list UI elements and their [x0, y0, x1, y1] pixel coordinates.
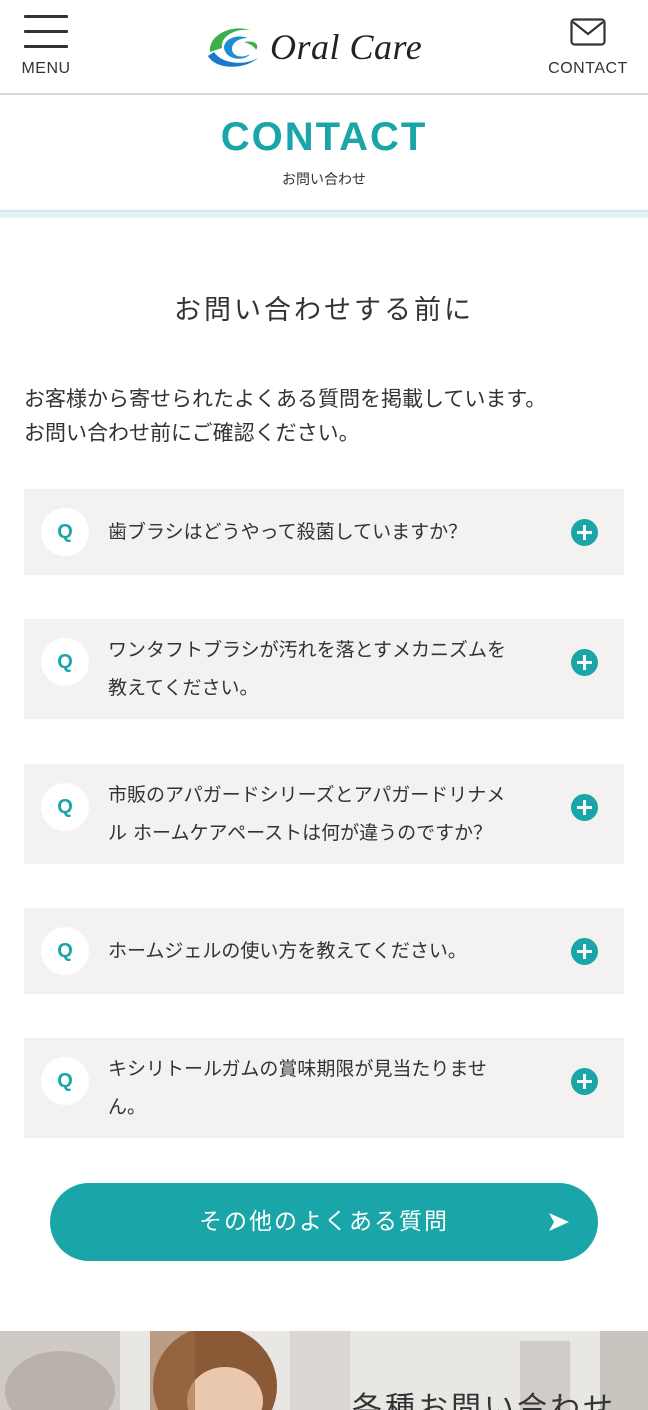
faq-item[interactable]: Q 歯ブラシはどうやって殺菌していますか？ [24, 489, 624, 575]
hamburger-icon-bar [24, 45, 68, 48]
logo-wordmark: Oral Care [270, 27, 423, 67]
plus-circle-icon [571, 1068, 598, 1095]
faq-item[interactable]: Q ホームジェルの使い方を教えてください。 [24, 908, 624, 994]
menu-label: MENU [21, 60, 71, 77]
faq-item[interactable]: Q 市販のアパガードシリーズとアパガードリナメ ル ホームケアペーストは何が違う… [24, 764, 624, 864]
site-logo[interactable]: Oral Care [204, 20, 444, 74]
faq-question-line: ワンタフトブラシが汚れを落とすメカニズムを [108, 639, 507, 661]
plus-circle-icon [571, 794, 598, 821]
faq-question-line: 歯ブラシはどうやって殺菌していますか？ [108, 521, 468, 543]
page-heading: CONTACT お問い合わせ [0, 95, 648, 213]
q-badge: Q [41, 1057, 89, 1105]
faq-question: ホームジェルの使い方を教えてください。 [108, 932, 548, 970]
hamburger-icon [24, 15, 68, 18]
section-title: お問い合わせする前に [174, 295, 474, 326]
faq-question-line: ん。 [108, 1096, 147, 1118]
menu-button[interactable]: MENU [14, 12, 78, 82]
faq-question-line: キシリトールガムの賞味期限が見当たりませ [108, 1058, 487, 1080]
plus-circle-icon [571, 519, 598, 546]
faq-item[interactable]: Q ワンタフトブラシが汚れを落とすメカニズムを 教えてください。 [24, 619, 624, 719]
contact-banner[interactable]: 各種お問い合わせ [0, 1331, 648, 1410]
heading-divider [0, 210, 648, 218]
intro-line: お問い合わせ前にご確認ください。 [24, 421, 360, 445]
mail-icon [570, 18, 606, 46]
faq-question: ワンタフトブラシが汚れを落とすメカニズムを 教えてください。 [108, 631, 548, 707]
faq-question: 歯ブラシはどうやって殺菌していますか？ [108, 513, 548, 551]
faq-question-line: 市販のアパガードシリーズとアパガードリナメ [108, 784, 506, 806]
header-contact-button[interactable]: CONTACT [542, 14, 634, 84]
q-badge: Q [41, 927, 89, 975]
q-badge: Q [41, 508, 89, 556]
faq-question: 市販のアパガードシリーズとアパガードリナメ ル ホームケアペーストは何が違うので… [108, 776, 548, 852]
hamburger-icon-bar [24, 30, 68, 33]
faq-question-line: 教えてください。 [108, 677, 259, 699]
intro-text: お客様から寄せられたよくある質問を掲載しています。 お問い合わせ前にご確認くださ… [24, 382, 624, 450]
site-header: MENU Oral Care CONTACT [0, 0, 648, 95]
page-subtitle: お問い合わせ [282, 172, 366, 188]
logo-mark-icon [208, 28, 258, 67]
faq-item[interactable]: Q キシリトールガムの賞味期限が見当たりませ ん。 [24, 1038, 624, 1138]
faq-question-line: ル ホームケアペーストは何が違うのですか？ [108, 822, 493, 844]
more-faq-label: その他のよくある質問 [199, 1209, 449, 1235]
contact-label: CONTACT [548, 60, 628, 77]
plus-circle-icon [571, 649, 598, 676]
faq-question-line: ホームジェルの使い方を教えてください。 [108, 940, 467, 962]
page-title: CONTACT [220, 115, 428, 159]
q-badge: Q [41, 783, 89, 831]
more-faq-button[interactable]: その他のよくある質問 [50, 1183, 598, 1261]
arrow-right-icon [549, 1213, 569, 1231]
q-badge: Q [41, 638, 89, 686]
faq-question: キシリトールガムの賞味期限が見当たりませ ん。 [108, 1050, 548, 1126]
banner-title: 各種お問い合わせ [352, 1391, 616, 1410]
intro-line: お客様から寄せられたよくある質問を掲載しています。 [24, 387, 547, 411]
plus-circle-icon [571, 938, 598, 965]
